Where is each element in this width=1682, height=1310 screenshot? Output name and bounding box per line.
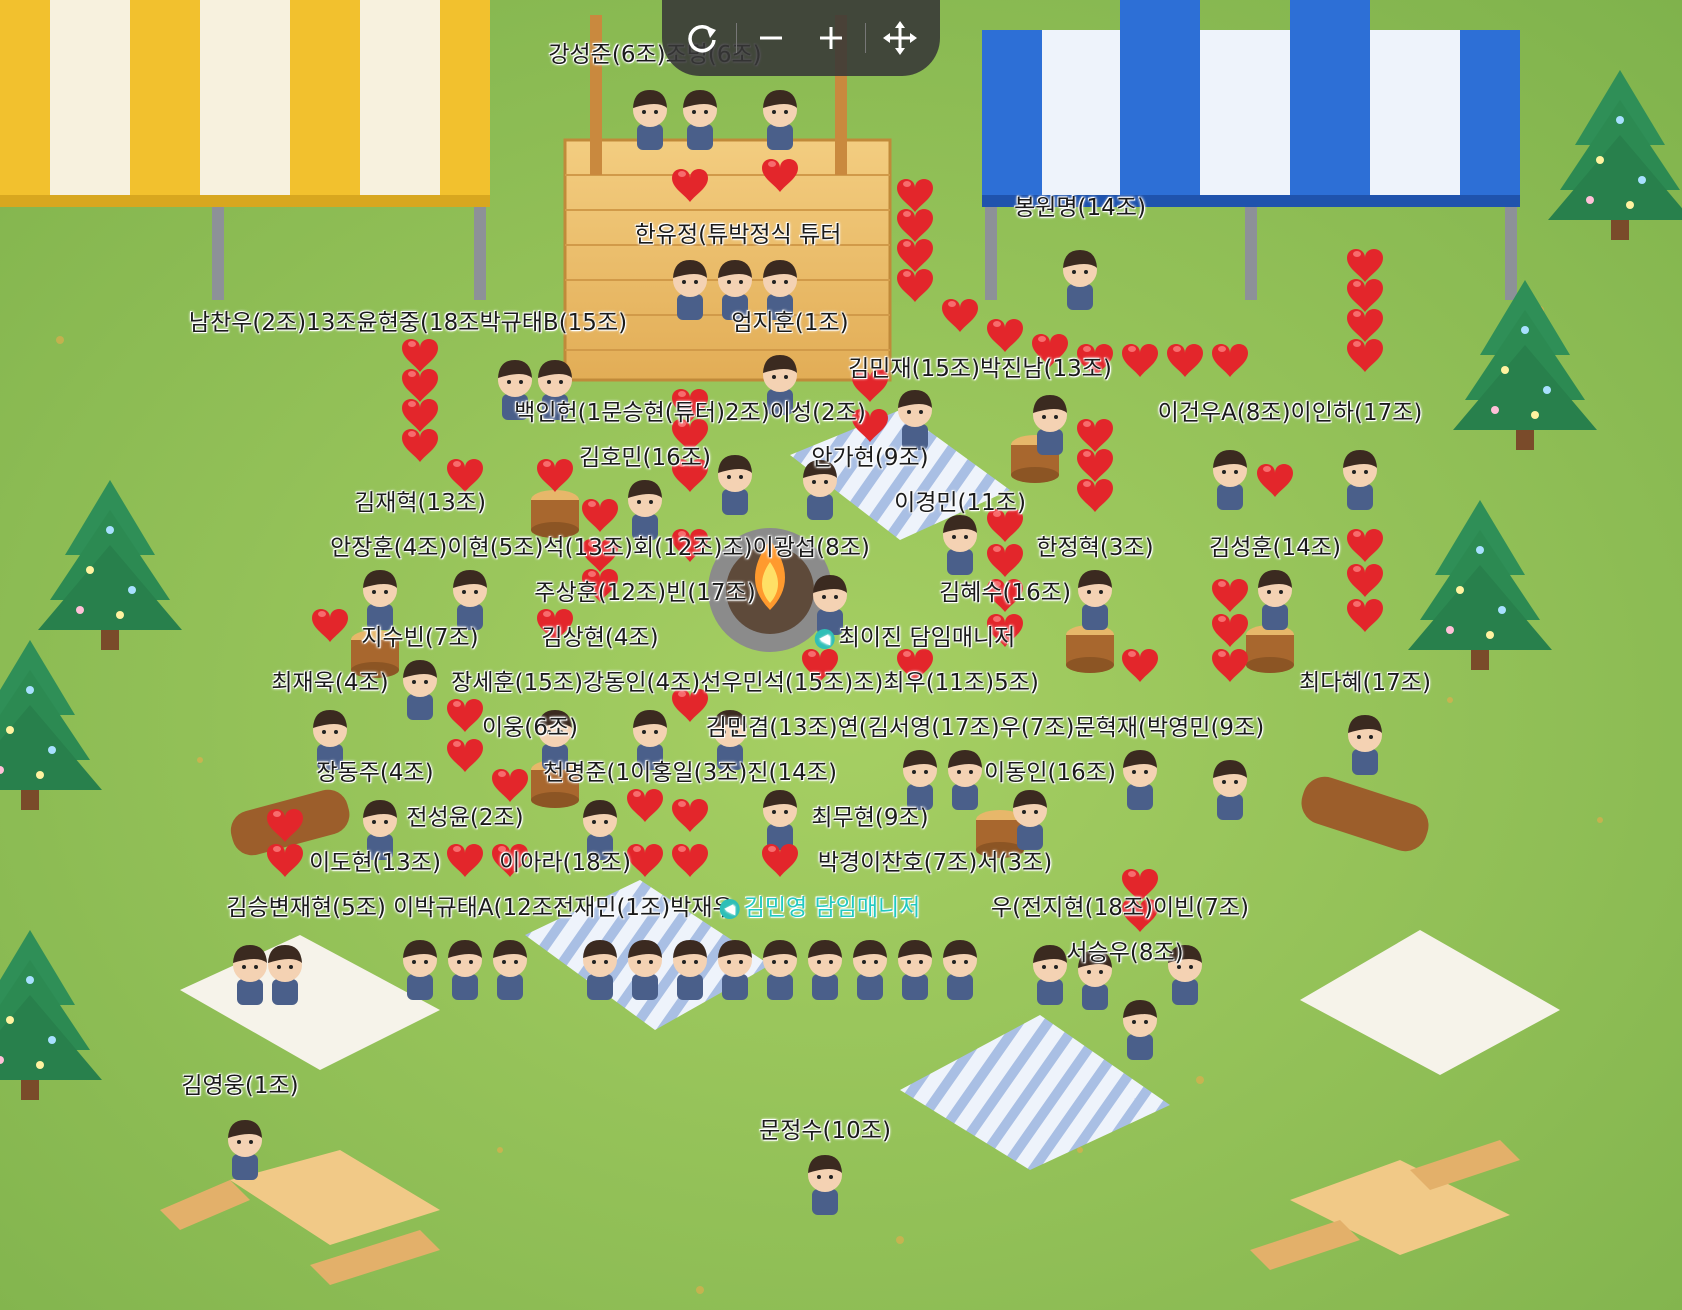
refresh-icon [688,24,716,53]
player-name-label[interactable]: 장세훈(15조)강동인(4조)선우민석(15조)조)최우(11조)5조) [451,663,1039,697]
player-name-label[interactable]: 서승우(8조) [1066,933,1183,967]
player-name-label[interactable]: 천명준(1이홍일(3조)진(14조) [543,753,837,787]
player-name-label[interactable]: 김호민(16조) [579,438,711,472]
player-name-label[interactable]: 김상현(4조) [541,618,658,652]
minus-icon [760,36,782,40]
player-name-label[interactable]: 장동주(4조) [316,753,433,787]
megaphone-icon: ◀ [814,629,835,649]
player-name-label[interactable]: 봉원명(14조) [1014,188,1146,222]
manager-name-text: 김민영 담임매니저 [743,895,921,921]
player-name-label[interactable]: 김민겸(13조)연(김서영(17조)우(7조)문혁재(박영민(9조) [706,708,1264,742]
player-name-label[interactable]: 한정혁(3조) [1036,528,1153,562]
player-name-label[interactable]: 김승변재현(5조) 이박규태A(12조전재민(1조)박재우 [226,888,733,922]
player-name-label[interactable]: 이아라(18조) [499,843,631,877]
player-name-label[interactable]: 김재혁(13조) [354,483,486,517]
manager-name-label[interactable]: ◀ 김민영 담임매니저 [719,888,921,922]
zoom-out-button[interactable] [745,12,797,64]
player-name-label[interactable]: 이동인(16조) [984,753,1116,787]
player-name-label[interactable]: 한유정(튜박정식 튜터 [635,215,842,249]
player-name-label[interactable]: 지수빈(7조) [361,618,478,652]
zoom-in-button[interactable] [805,12,857,64]
player-name-label[interactable]: 박경이찬호(7조)서(3조) [818,843,1052,877]
player-name-label[interactable]: 남찬우(2조)13조윤현중(18조박규태B(15조) [189,303,627,337]
move-button[interactable] [874,12,926,64]
player-name-label[interactable]: 최무현(9조) [811,798,928,832]
player-name-label[interactable]: 김영웅(1조) [181,1066,298,1100]
player-name-label[interactable]: 최재욱(4조) [271,663,388,697]
player-name-label[interactable]: 안장훈(4조)이현(5조)석(13조)회(12조)조)이광섭(8조) [330,528,870,562]
move-icon [883,21,917,55]
player-name-label[interactable]: 주상훈(12조)빈(17조) [534,573,755,607]
player-name-label[interactable]: 김혜수(16조) [939,573,1071,607]
player-name-label[interactable]: 우(전지현(18조)이빈(7조) [991,888,1249,922]
refresh-button[interactable] [676,12,728,64]
plus-icon [820,27,842,49]
player-name-label[interactable]: 김민재(15조)박진남(13조) [848,349,1112,383]
player-name-label[interactable]: 백인헌(1문승현(튜터)2조)이성(2조) [514,393,866,427]
player-name-label[interactable]: 이도현(13조) [309,843,441,877]
player-name-label[interactable]: 안가현(9조) [811,438,928,472]
player-name-label[interactable]: 이웅(6조) [482,708,578,742]
megaphone-icon: ◀ [719,899,740,919]
camera-toolbar [662,0,940,76]
player-name-label[interactable]: 문정수(10조) [759,1111,891,1145]
toolbar-divider [736,23,737,53]
toolbar-divider [865,23,866,53]
player-name-label[interactable]: 전성윤(2조) [406,798,523,832]
player-name-label[interactable]: 이건우A(8조)이인하(17조) [1158,393,1423,427]
manager-name-text: 최이진 담임매니저 [838,625,1016,651]
player-name-label[interactable]: 엄지훈(1조) [731,303,848,337]
player-name-label[interactable]: 이경민(11조) [894,483,1026,517]
player-name-label[interactable]: 김성훈(14조) [1209,528,1341,562]
player-name-label[interactable]: 최다혜(17조) [1299,663,1431,697]
manager-name-label[interactable]: ◀ 최이진 담임매니저 [814,618,1016,652]
